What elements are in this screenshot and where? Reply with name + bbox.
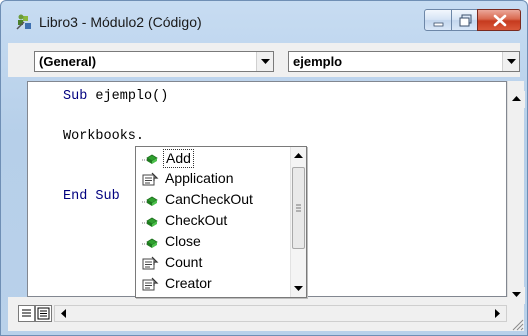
property-icon (141, 256, 159, 270)
code-keyword: End Sub (63, 189, 120, 204)
code-line: Workbooks. (63, 129, 144, 144)
list-item[interactable]: CanCheckOut (137, 190, 289, 211)
code-window: Libro3 - Módulo2 (Código) (General) ejem… (0, 0, 528, 336)
list-item-label: Add (163, 149, 194, 168)
procedure-view-button[interactable] (18, 305, 35, 322)
method-icon (141, 151, 159, 165)
intellisense-scroll-thumb[interactable] (292, 167, 305, 249)
list-item-label: Application (165, 170, 234, 186)
procedure-combo[interactable]: ejemplo (288, 51, 520, 72)
list-item[interactable]: Application (137, 169, 289, 190)
list-item[interactable]: Add (137, 148, 289, 169)
vba-module-icon (15, 12, 35, 32)
intellisense-list[interactable]: Add Application CanCheckOut CheckOut Clo… (135, 146, 307, 298)
object-combo-value: (General) (39, 54, 97, 69)
intellisense-scroll-up-button[interactable] (291, 147, 306, 163)
list-item[interactable]: Creator (137, 274, 289, 295)
list-item-label: Close (165, 233, 201, 249)
scroll-right-button[interactable] (489, 306, 506, 321)
method-icon (141, 235, 159, 249)
object-combo-dropdown-button[interactable] (256, 52, 273, 71)
vertical-scrollbar[interactable] (507, 81, 525, 307)
procedure-combo-value: ejemplo (293, 54, 343, 69)
window-title: Libro3 - Módulo2 (Código) (39, 14, 202, 30)
code-keyword: Sub (63, 89, 88, 104)
combo-toolbar: (General) ejemplo (8, 43, 520, 77)
list-item-label: Creator (165, 275, 212, 291)
code-text: Workbooks. (63, 129, 145, 144)
close-button[interactable] (477, 9, 521, 31)
minimize-button[interactable] (424, 9, 452, 31)
property-icon (141, 277, 159, 291)
code-line: Sub ejemplo() (63, 89, 168, 104)
object-combo[interactable]: (General) (34, 51, 274, 72)
title-bar[interactable]: Libro3 - Módulo2 (Código) (1, 1, 527, 41)
method-icon (141, 193, 159, 207)
procedure-combo-dropdown-button[interactable] (502, 52, 519, 71)
restore-button[interactable] (451, 9, 478, 31)
scroll-left-button[interactable] (55, 306, 72, 321)
horizontal-scrollbar[interactable] (54, 305, 507, 322)
bottom-bar (8, 297, 524, 331)
list-item-label: CanCheckOut (165, 191, 253, 207)
intellisense-scroll-down-button[interactable] (291, 280, 306, 296)
full-module-view-button[interactable] (35, 305, 52, 322)
scroll-up-button[interactable] (508, 91, 525, 108)
property-icon (141, 172, 159, 186)
intellisense-scrollbar[interactable] (290, 147, 306, 297)
list-item[interactable]: Close (137, 232, 289, 253)
list-item[interactable]: CheckOut (137, 211, 289, 232)
list-item-label: CheckOut (165, 212, 228, 228)
code-text: ejemplo() (87, 89, 169, 104)
resize-grip-icon[interactable] (510, 317, 524, 331)
code-line: End Sub (63, 189, 120, 204)
method-icon (141, 214, 159, 228)
list-item-label: Count (165, 254, 203, 270)
list-item[interactable]: Count (137, 253, 289, 274)
